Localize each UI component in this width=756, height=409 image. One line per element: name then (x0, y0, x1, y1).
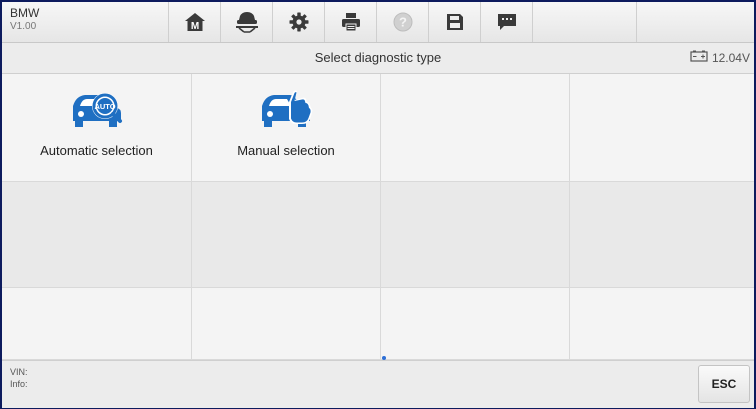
print-button[interactable] (324, 2, 376, 42)
vehicle-brand: BMW V1.00 (10, 6, 39, 34)
manual-selection-option[interactable]: Manual selection (192, 74, 381, 182)
message-icon (496, 12, 518, 32)
empty-grid-cell (570, 182, 754, 288)
page-title: Select diagnostic type (314, 50, 442, 65)
info-label: Info: (10, 379, 28, 389)
help-button[interactable]: ? (376, 2, 428, 42)
auto-car-icon: AUTO (67, 88, 127, 135)
version-label: V1.00 (10, 21, 37, 32)
battery-status: 12.04V (690, 50, 750, 65)
empty-grid-cell (570, 288, 754, 360)
battery-icon (690, 50, 708, 65)
esc-button[interactable]: ESC (698, 365, 750, 403)
toolbar-divider (636, 2, 637, 42)
empty-grid-cell (2, 288, 192, 360)
empty-grid-cell (381, 74, 570, 182)
home-icon: M (184, 12, 206, 32)
save-icon (445, 12, 465, 32)
vehicle-name: BMW (10, 6, 40, 20)
empty-grid-cell (192, 288, 381, 360)
settings-button[interactable] (272, 2, 324, 42)
empty-grid-cell (381, 182, 570, 288)
top-toolbar: BMW V1.00 M ? (2, 2, 754, 43)
empty-grid-cell (192, 182, 381, 288)
gear-icon (289, 12, 309, 32)
toolbar-blank-slot (532, 2, 636, 42)
vehicle-lift-button[interactable] (220, 2, 272, 42)
help-icon: ? (393, 12, 413, 32)
automatic-selection-option[interactable]: AUTO Automatic selection (2, 74, 192, 182)
app-window: BMW V1.00 M ? Select diagnostic type 12.… (0, 0, 756, 409)
empty-grid-cell (2, 182, 192, 288)
diagnostic-type-grid: AUTO Automatic selection Manual selectio… (2, 74, 754, 360)
manual-selection-label: Manual selection (237, 143, 335, 158)
svg-text:AUTO: AUTO (94, 102, 115, 111)
battery-voltage: 12.04V (711, 50, 750, 65)
vehicle-lift-icon (234, 11, 260, 33)
automatic-selection-label: Automatic selection (40, 143, 153, 158)
svg-text:?: ? (399, 15, 407, 30)
footer-bar: VIN: Info: ESC (2, 360, 754, 408)
message-button[interactable] (480, 2, 532, 42)
printer-icon (341, 12, 361, 32)
manual-car-icon (256, 88, 316, 135)
empty-grid-cell (381, 288, 570, 360)
title-bar: Select diagnostic type 12.04V (2, 43, 754, 74)
empty-grid-cell (570, 74, 754, 182)
vin-label: VIN: (10, 367, 28, 377)
home-button[interactable]: M (168, 2, 220, 42)
svg-text:M: M (190, 21, 198, 32)
save-button[interactable] (428, 2, 480, 42)
